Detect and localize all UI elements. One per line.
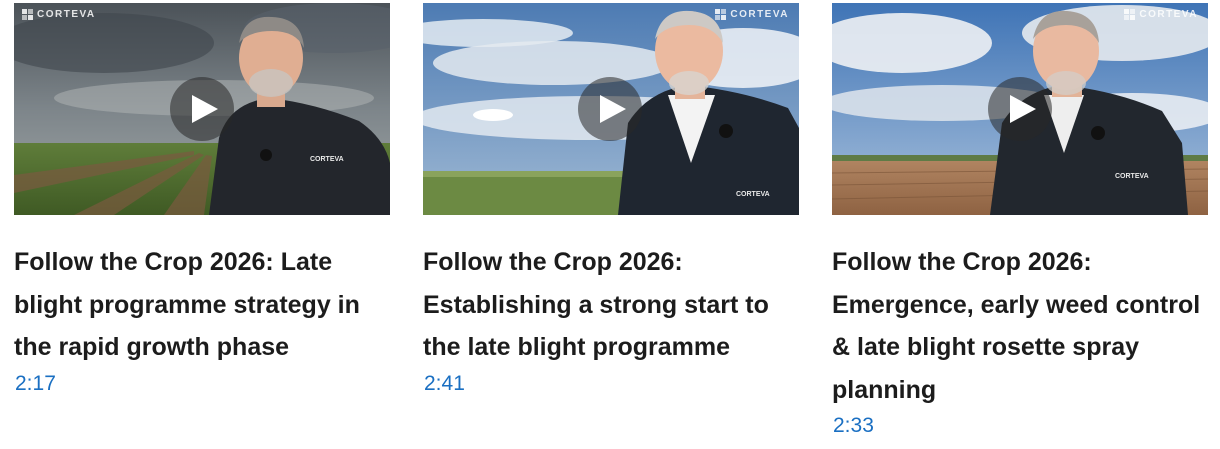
video-card[interactable]: CORTEVA CORTEVA Follow the Crop 2026: Em… <box>832 3 1208 439</box>
play-icon <box>1009 95 1036 123</box>
shirt-logo-text: CORTEVA <box>1115 173 1149 180</box>
play-button[interactable] <box>988 77 1052 141</box>
corteva-logo: CORTEVA <box>715 9 789 20</box>
play-button[interactable] <box>578 77 642 141</box>
logo-text: CORTEVA <box>1139 9 1198 20</box>
play-button[interactable] <box>170 77 234 141</box>
corteva-logo-icon <box>22 9 33 20</box>
corteva-logo: CORTEVA <box>1124 9 1198 20</box>
video-duration: 2:33 <box>833 414 874 437</box>
corteva-logo: CORTEVA <box>22 9 96 20</box>
video-title[interactable]: Follow the Crop 2026: Late blight progra… <box>14 241 386 369</box>
shirt-logo-text: CORTEVA <box>736 191 770 198</box>
video-card[interactable]: CORTEVA CORTEVA Follow the Crop 2026: La… <box>14 3 390 397</box>
play-icon <box>599 95 626 123</box>
play-icon <box>191 95 218 123</box>
video-duration: 2:41 <box>424 371 465 395</box>
video-duration: 2:17 <box>15 371 56 395</box>
corteva-logo-icon <box>715 9 727 20</box>
video-thumbnail[interactable]: CORTEVA CORTEVA <box>14 3 390 215</box>
shirt-logo-text: CORTEVA <box>310 156 344 163</box>
logo-text: CORTEVA <box>37 9 96 20</box>
video-title[interactable]: Follow the Crop 2026: Emergence, early w… <box>832 241 1204 411</box>
video-title[interactable]: Follow the Crop 2026: Establishing a str… <box>423 241 795 369</box>
corteva-logo-icon <box>1124 9 1136 20</box>
video-card[interactable]: CORTEVA CORTEVA Follow the Crop 2026: Es… <box>423 3 799 397</box>
video-thumbnail[interactable]: CORTEVA CORTEVA <box>423 3 799 215</box>
logo-text: CORTEVA <box>730 9 789 20</box>
video-thumbnail[interactable]: CORTEVA CORTEVA <box>832 3 1208 215</box>
